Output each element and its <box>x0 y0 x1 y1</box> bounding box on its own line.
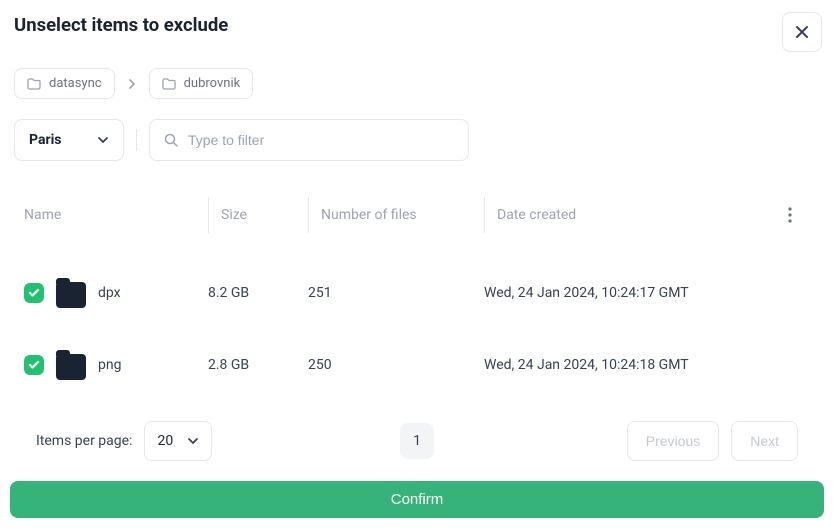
previous-button[interactable]: Previous <box>627 421 719 461</box>
check-icon <box>28 360 40 370</box>
row-size: 2.8 GB <box>208 357 308 373</box>
table-options-button[interactable] <box>770 197 810 233</box>
column-header-size[interactable]: Size <box>208 197 308 233</box>
pagination: Items per page: 20 1 Previous Next <box>12 421 822 461</box>
row-date: Wed, 24 Jan 2024, 10:24:17 GMT <box>484 285 770 301</box>
items-per-page-select[interactable]: 20 <box>144 421 212 461</box>
search-input[interactable] <box>188 132 454 148</box>
column-header-date[interactable]: Date created <box>484 197 770 233</box>
table-row[interactable]: png 2.8 GB 250 Wed, 24 Jan 2024, 10:24:1… <box>12 329 822 401</box>
row-files: 251 <box>308 285 484 301</box>
per-page-value: 20 <box>157 433 173 449</box>
location-selected-value: Paris <box>29 132 61 148</box>
breadcrumb-label: datasync <box>49 76 102 91</box>
row-checkbox[interactable] <box>24 355 44 375</box>
row-size: 8.2 GB <box>208 285 308 301</box>
table-row[interactable]: dpx 8.2 GB 251 Wed, 24 Jan 2024, 10:24:1… <box>12 257 822 329</box>
chevron-down-icon <box>97 136 109 144</box>
row-name: dpx <box>98 285 121 301</box>
divider <box>136 129 137 151</box>
row-date: Wed, 24 Jan 2024, 10:24:18 GMT <box>484 357 770 373</box>
breadcrumb-item-dubrovnik[interactable]: dubrovnik <box>149 68 254 99</box>
breadcrumb: datasync dubrovnik <box>12 68 822 99</box>
confirm-button[interactable]: Confirm <box>10 481 824 518</box>
chevron-down-icon <box>187 437 199 445</box>
row-checkbox[interactable] <box>24 283 44 303</box>
breadcrumb-item-datasync[interactable]: datasync <box>14 68 115 99</box>
folder-icon <box>56 282 86 308</box>
location-select[interactable]: Paris <box>14 119 124 161</box>
folder-icon <box>56 354 86 380</box>
folder-outline-icon <box>162 78 176 90</box>
kebab-icon <box>788 207 792 223</box>
row-name: png <box>98 357 121 373</box>
search-icon <box>164 133 178 147</box>
chevron-right-icon <box>125 74 139 93</box>
page-title: Unselect items to exclude <box>12 12 228 36</box>
page-current[interactable]: 1 <box>400 423 434 459</box>
next-button[interactable]: Next <box>731 421 798 461</box>
column-header-name[interactable]: Name <box>24 197 208 233</box>
close-button[interactable] <box>782 12 822 52</box>
breadcrumb-label: dubrovnik <box>184 76 241 91</box>
items-per-page-label: Items per page: <box>36 433 132 449</box>
filter-search[interactable] <box>149 119 469 161</box>
close-icon <box>795 25 809 39</box>
row-files: 250 <box>308 357 484 373</box>
check-icon <box>28 288 40 298</box>
file-table: Name Size Number of files Date created <box>12 197 822 401</box>
folder-outline-icon <box>27 78 41 90</box>
column-header-files[interactable]: Number of files <box>308 197 484 233</box>
